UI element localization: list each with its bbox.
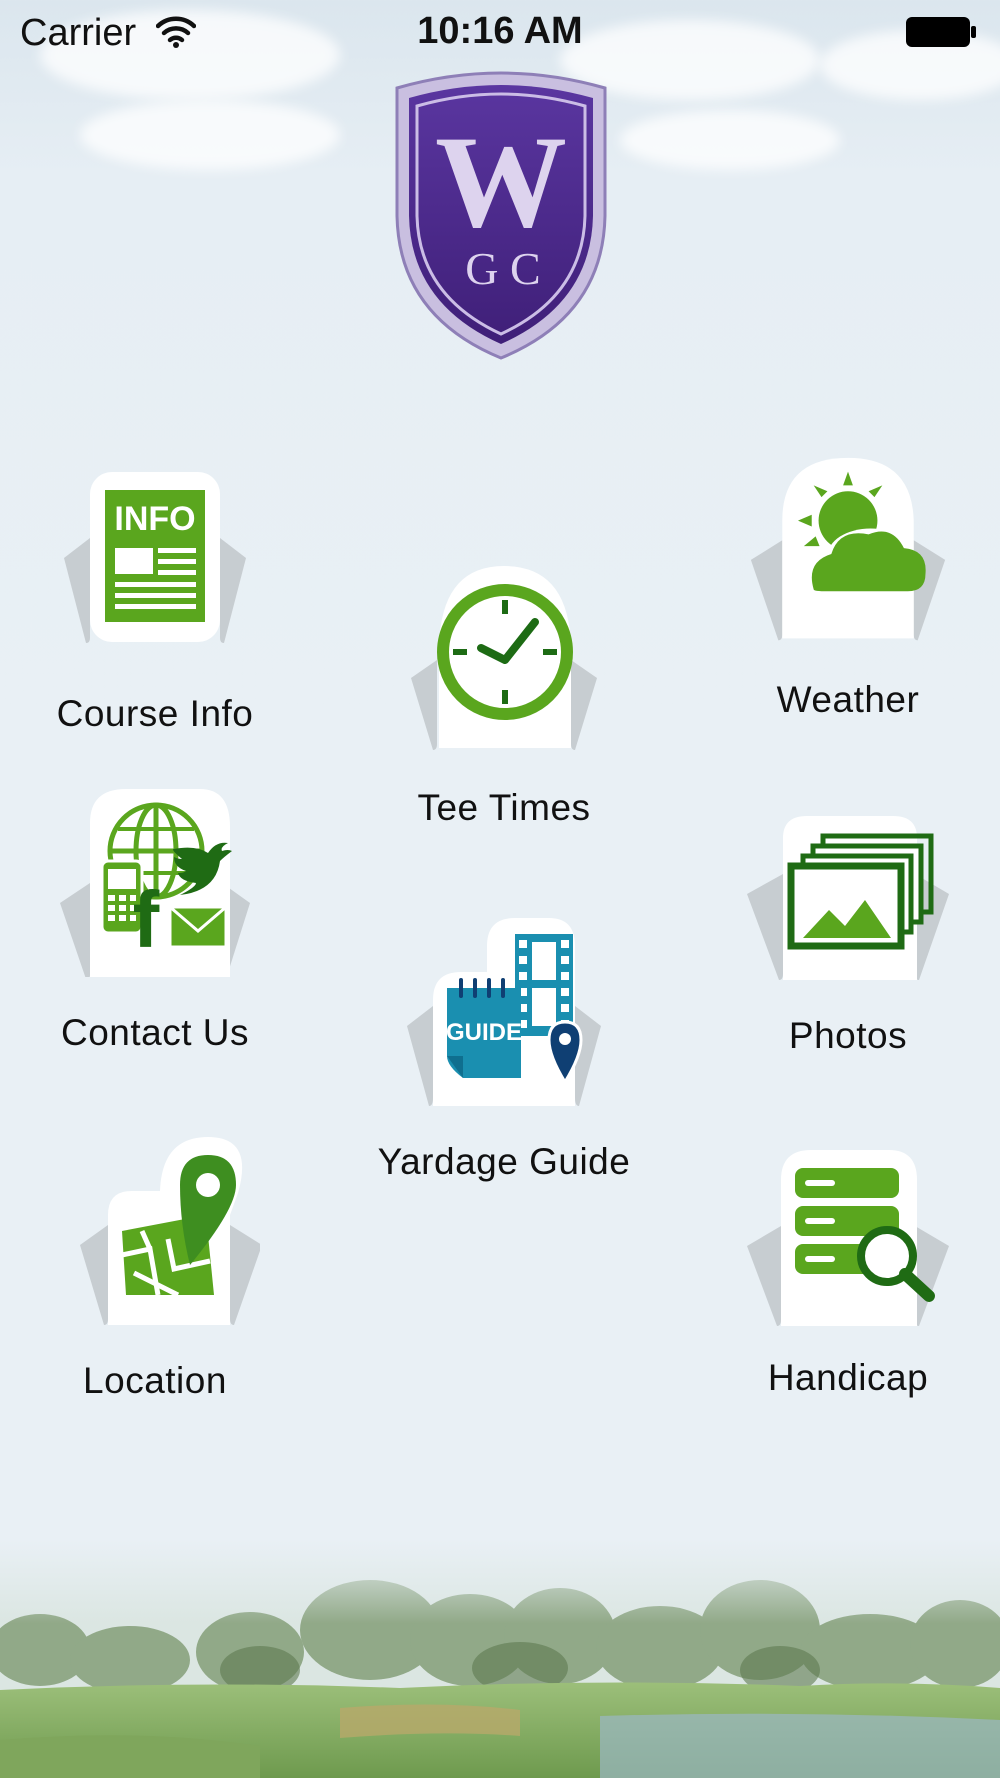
location-label: Location — [83, 1360, 227, 1401]
svg-text:f: f — [133, 875, 160, 964]
database-search-icon — [747, 1150, 949, 1326]
info-newspaper-icon: INFO — [64, 472, 246, 643]
map-pin-icon — [80, 1137, 262, 1325]
contact-social-icon: f — [60, 789, 250, 979]
svg-text:INFO: INFO — [114, 500, 195, 538]
contact-us-label: Contact Us — [60, 1012, 249, 1053]
weather-button[interactable]: Weather — [728, 452, 968, 721]
tee-times-button[interactable]: Tee Times — [384, 562, 624, 829]
club-logo-shield: W G C — [395, 71, 607, 360]
clock-icon — [411, 566, 597, 750]
photos-stack-icon — [747, 816, 949, 980]
weather-label: Weather — [776, 679, 920, 720]
contact-us-button[interactable]: f Contact Us — [35, 787, 275, 1054]
cloud-decoration — [80, 100, 340, 170]
handicap-button[interactable]: Handicap — [728, 1146, 968, 1399]
battery-icon — [906, 17, 976, 47]
sun-cloud-icon — [750, 457, 946, 641]
status-bar: Carrier 10:16 AM — [0, 0, 1000, 66]
photos-button[interactable]: Photos — [728, 814, 968, 1057]
location-button[interactable]: Location — [35, 1135, 275, 1402]
clock-time: 10:16 AM — [417, 10, 583, 52]
course-info-label: Course Info — [56, 693, 254, 734]
golf-course-landscape — [0, 1540, 1000, 1778]
svg-text:GUIDE: GUIDE — [446, 1019, 522, 1046]
logo-letters-gc: G C — [465, 243, 540, 294]
yardage-guide-label: Yardage Guide — [377, 1141, 631, 1182]
tee-times-label: Tee Times — [417, 787, 591, 828]
handicap-label: Handicap — [767, 1357, 929, 1398]
course-info-button[interactable]: INFO Course Info — [35, 468, 275, 735]
yardage-guide-button[interactable]: GUIDE Yardage Guide — [372, 916, 636, 1183]
guide-map-icon: GUIDE — [407, 918, 601, 1106]
cloud-decoration — [620, 110, 840, 170]
photos-label: Photos — [788, 1015, 908, 1056]
logo-letter-w: W — [435, 108, 567, 255]
